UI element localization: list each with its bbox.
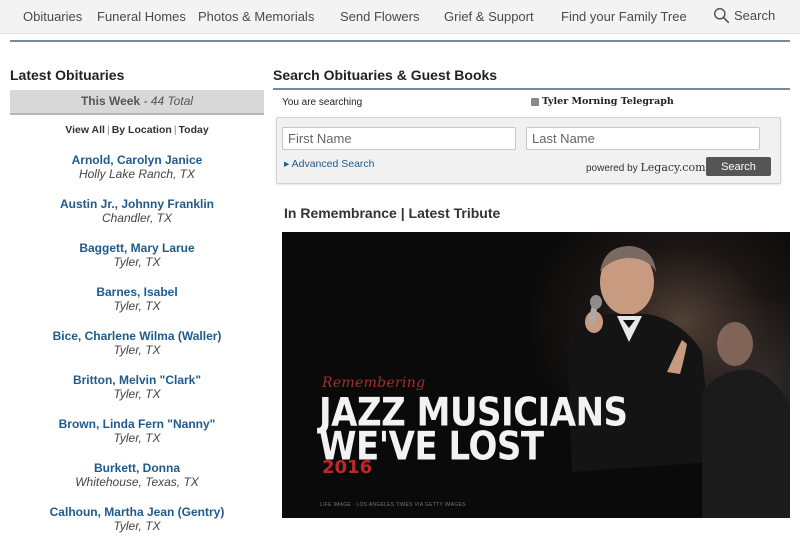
search-button[interactable]: Search [706,157,771,176]
obituary-location: Tyler, TX [113,299,161,313]
powered-by-text: powered by [586,163,641,174]
first-name-input[interactable] [282,127,516,150]
list-item: Burkett, Donna Whitehouse, Texas, TX [10,461,264,505]
obituary-name-link[interactable]: Burkett, Donna [10,461,264,475]
week-label: This Week [80,94,141,108]
latest-obituaries-title: Latest Obituaries [10,67,125,83]
top-nav: Obituaries Funeral Homes Photos & Memori… [0,0,800,34]
week-total: - 44 Total [140,94,194,108]
obituary-name-link[interactable]: Barnes, Isabel [10,285,264,299]
obituary-name-link[interactable]: Calhoun, Martha Jean (Gentry) [10,505,264,519]
today-link[interactable]: Today [179,124,209,136]
nav-send-flowers[interactable]: Send Flowers [340,9,419,24]
nav-grief-support[interactable]: Grief & Support [444,9,534,24]
powered-by-legacy: powered by Legacy.com [586,161,706,174]
search-form: ▸ Advanced Search powered by Legacy.com … [276,117,781,184]
obituary-location: Tyler, TX [113,519,161,533]
view-links: View All | By Location | Today [10,124,264,136]
search-obituaries-title: Search Obituaries & Guest Books [273,67,498,83]
list-item: Britton, Melvin "Clark" Tyler, TX [10,373,264,417]
tribute-year: 2016 [322,457,373,478]
this-week-bar: This Week - 44 Total [10,90,264,115]
tribute-pretitle: Remembering [322,375,426,391]
list-item: Calhoun, Martha Jean (Gentry) Tyler, TX [10,505,264,549]
nav-obituaries[interactable]: Obituaries [23,9,82,24]
list-item: Arnold, Carolyn Janice Holly Lake Ranch,… [10,153,264,197]
last-name-input[interactable] [526,127,760,150]
obituary-location: Tyler, TX [113,343,161,357]
latest-tribute-image[interactable]: Remembering JAZZ MUSICIANS WE'VE LOST 20… [282,232,790,518]
separator: | [106,124,110,136]
top-divider [10,40,790,42]
obituary-name-link[interactable]: Arnold, Carolyn Janice [10,153,264,167]
obituary-name-link[interactable]: Britton, Melvin "Clark" [10,373,264,387]
list-item: Austin Jr., Johnny Franklin Chandler, TX [10,197,264,241]
legacy-logo: Legacy.com [640,161,706,174]
obituary-name-link[interactable]: Baggett, Mary Larue [10,241,264,255]
nav-funeral-homes[interactable]: Funeral Homes [97,9,186,24]
search-icon [714,8,730,24]
advanced-search-link[interactable]: ▸ Advanced Search [284,158,375,170]
obituary-location: Holly Lake Ranch, TX [78,167,196,181]
nav-search-label: Search [734,8,776,23]
newspaper-logo: Tyler Morning Telegraph [531,96,674,107]
separator: | [173,124,177,136]
list-item: Baggett, Mary Larue Tyler, TX [10,241,264,285]
obituary-name-link[interactable]: Bice, Charlene Wilma (Waller) [10,329,264,343]
list-item: Barnes, Isabel Tyler, TX [10,285,264,329]
search-divider [273,88,790,90]
obituary-name-link[interactable]: Austin Jr., Johnny Franklin [10,197,264,211]
obituary-location: Chandler, TX [101,211,173,225]
obituary-location: Tyler, TX [113,255,161,269]
nav-family-tree[interactable]: Find your Family Tree [561,9,687,24]
obituary-location: Tyler, TX [113,431,161,445]
obituary-list: Arnold, Carolyn Janice Holly Lake Ranch,… [10,153,264,549]
newspaper-emblem-icon [531,97,539,106]
photo-credit: LIFE IMAGE · LOS ANGELES TIMES VIA GETTY… [320,502,466,508]
remembrance-title: In Remembrance | Latest Tribute [284,205,501,221]
nav-photos-memorials[interactable]: Photos & Memorials [198,9,314,24]
you-are-searching-label: You are searching [282,97,363,108]
obituary-name-link[interactable]: Brown, Linda Fern "Nanny" [10,417,264,431]
list-item: Brown, Linda Fern "Nanny" Tyler, TX [10,417,264,461]
nav-search-button[interactable]: Search [713,7,775,24]
obituary-location: Tyler, TX [113,387,161,401]
list-item: Bice, Charlene Wilma (Waller) Tyler, TX [10,329,264,373]
view-all-link[interactable]: View All [65,124,105,136]
obituary-location: Whitehouse, Texas, TX [75,475,199,489]
newspaper-name: Tyler Morning Telegraph [542,96,674,107]
by-location-link[interactable]: By Location [112,124,172,136]
